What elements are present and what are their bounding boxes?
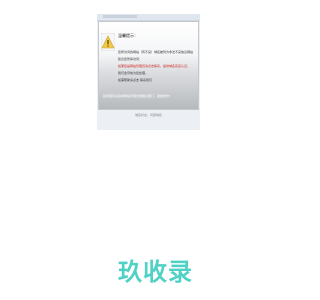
dialog-titlebar: [97, 14, 200, 21]
message-line: 您所访问的网站（有不良）域名被列为非法不良信息网站: [118, 50, 194, 54]
dialog-panel: 温馨提示： 您所访问的网站（有不良）域名被列为非法不良信息网站 建议您暂停访问：…: [98, 21, 199, 110]
message-line: 如需帮助请点击 联系我们: [118, 78, 152, 82]
titlebar-decoration: [103, 15, 137, 18]
message-line: 建议您暂停访问：: [118, 57, 143, 61]
message-line: 我们会尽快为您处理，: [118, 71, 149, 75]
message-text: 如需帮助请点击 联系我们: [118, 78, 152, 82]
warning-icon: [101, 33, 115, 51]
warning-dialog: 温馨提示： 您所访问的网站（有不良）域名被列为非法不良信息网站 建议您暂停访问：…: [97, 14, 200, 130]
message-line: 如果您是网站管理员请点击联系，提供域名实名认证，: [118, 64, 191, 68]
dialog-footer: 域名状态：问题域名: [134, 113, 162, 117]
bottom-note: 如有疑问请咨询网站管理员或相关部门，谢谢合作！: [103, 94, 173, 98]
dialog-heading: 温馨提示：: [118, 33, 138, 38]
brand-logo: 玖收录: [118, 258, 193, 286]
